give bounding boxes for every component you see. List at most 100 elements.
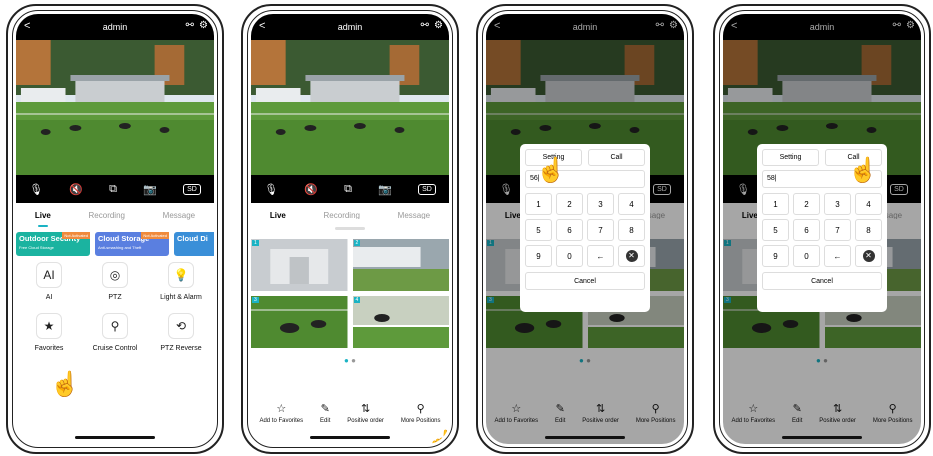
keypad-key[interactable]: 2 [556,193,583,215]
keypad-key[interactable]: 6 [793,219,820,241]
page-title: admin [337,22,363,32]
keypad-key[interactable]: 0 [556,245,583,267]
keypad-key[interactable]: ← [824,245,851,267]
camera-icon[interactable]: 📷 [378,183,392,196]
action-positive-order[interactable]: ⇅ Positive order [347,402,384,424]
microphone-icon[interactable]: 🎙 [29,183,43,196]
keypad-key[interactable]: 9 [525,245,552,267]
mute-icon[interactable]: 🔇 [69,183,83,196]
sd-button[interactable]: SD [183,183,201,195]
phone-frame: <admin⚯⚙🎙🔇⧉📷SDLiveRecordingMessage1234● … [476,4,694,454]
keypad-key[interactable]: 0 [793,245,820,267]
cancel-button[interactable]: Cancel [525,272,645,290]
keypad-key[interactable]: 2 [793,193,820,215]
clear-icon: ✕ [625,250,638,262]
feature-label: Light & Alarm [160,294,202,301]
pointer-hand-icon: ☝ [426,429,449,444]
keypad-key[interactable]: 1 [762,193,789,215]
mute-icon[interactable]: 🔇 [304,183,318,196]
preset-number: 1 [252,240,259,246]
settings-icon[interactable]: ⚙ [434,20,443,31]
keypad-key[interactable]: 4 [855,193,882,215]
preset-number: 3 [252,297,259,303]
feature-label: Favorites [34,345,64,352]
clear-icon: ✕ [862,250,875,262]
sd-button[interactable]: SD [418,183,436,195]
phone-frame: < admin ⚯ ⚙ 🎙 🔇 ⧉ 📷 SD Live Recording Message Not Ac… [6,4,224,454]
action-add-to-favorites[interactable]: ☆ Add to Favorites [259,402,303,424]
tab-recording[interactable]: Recording [89,205,125,229]
preset-thumbnail[interactable]: 1 [251,239,348,291]
action-label: More Positions [400,418,441,424]
app-header: < admin ⚯ ⚙ [251,14,449,40]
share-icon[interactable]: ⚯ [186,20,194,31]
phone-screen: <admin⚯⚙🎙🔇⧉📷SDLiveRecordingMessage1234● … [251,14,449,444]
service-banner[interactable]: Not Activated Cloud Storage Anti-smashing … [95,232,169,256]
action-icon: ⚲ [416,403,425,415]
live-video-feed[interactable] [251,40,449,175]
microphone-icon[interactable]: 🎙 [264,183,278,196]
preset-thumbnail[interactable]: 4 [352,296,449,348]
feature-label: PTZ Reverse [160,345,202,352]
keypad-key[interactable]: 7 [824,219,851,241]
video-control-bar: 🎙 🔇 ⧉ 📷 SD [16,175,214,203]
keypad-key[interactable]: ✕ [855,245,882,267]
phone-screen: <admin⚯⚙🎙🔇⧉📷SDLiveRecordingMessage1234● … [723,14,921,444]
preset-grid: 1 2 3 4 [251,239,449,348]
keypad-key[interactable]: 5 [525,219,552,241]
action-icon: ✎ [320,403,330,415]
page-title: admin [102,22,128,32]
keypad-key[interactable]: 9 [762,245,789,267]
camera-icon[interactable]: 📷 [143,183,157,196]
keypad-key[interactable]: 3 [587,193,614,215]
feature-ptz[interactable]: ◎ PTZ [82,262,148,301]
preset-sheet: 1 2 3 4 ● ● ☆ Add to Favorites ✎ Edit ⇅ Positive o… [251,219,449,444]
feature-label: Cruise Control [92,345,138,352]
feature-icon: ◎ [102,262,128,288]
feature-ptz-reverse[interactable]: ⟲ PTZ Reverse [148,313,214,352]
keypad-key[interactable]: 8 [618,219,645,241]
banner-title: Cloud Di [177,234,208,243]
settings-icon[interactable]: ⚙ [199,20,208,31]
feature-light-alarm[interactable]: 💡 Light & Alarm [148,262,214,301]
record-icon[interactable]: ⧉ [344,183,352,196]
keypad-key[interactable]: 8 [855,219,882,241]
preset-thumbnail[interactable]: 2 [352,239,449,291]
call-button[interactable]: Call [588,149,645,166]
keypad-key[interactable]: ← [587,245,614,267]
home-indicator [545,436,625,439]
feature-favorites[interactable]: ★ Favorites [16,313,82,352]
keypad-key[interactable]: 7 [587,219,614,241]
setting-button[interactable]: Setting [762,149,819,166]
pointer-hand-icon: ☝ [536,157,566,184]
feature-ai[interactable]: AI AI [16,262,82,301]
status-badge: Not Activated [141,232,169,239]
tab-message[interactable]: Message [163,205,195,229]
share-icon[interactable]: ⚯ [421,20,429,31]
sheet-handle[interactable] [335,227,365,230]
keypad-key[interactable]: 5 [762,219,789,241]
app-header: < admin ⚯ ⚙ [16,14,214,40]
keypad-key[interactable]: ✕ [618,245,645,267]
feature-label: AI [45,294,53,301]
keypad-key[interactable]: 4 [618,193,645,215]
preset-actions: ☆ Add to Favorites ✎ Edit ⇅ Positive order ⚲ Mo… [251,402,449,424]
feature-icon: 💡 [168,262,194,288]
action-more-positions[interactable]: ⚲ More Positions [401,402,441,424]
feature-icon: ★ [36,313,62,339]
service-banner[interactable]: Cloud Di [174,232,214,256]
action-icon: ⇅ [360,403,371,415]
action-label: Edit [320,418,331,424]
record-icon[interactable]: ⧉ [109,183,117,196]
service-banner[interactable]: Not Activated Outdoor Security Free Cloud … [16,232,90,256]
tab-live[interactable]: Live [35,205,51,229]
cancel-button[interactable]: Cancel [762,272,882,290]
preset-thumbnail[interactable]: 3 [251,296,348,348]
keypad-key[interactable]: 6 [556,219,583,241]
keypad-key[interactable]: 1 [525,193,552,215]
action-edit[interactable]: ✎ Edit [320,402,330,424]
feature-cruise-control[interactable]: ⚲ Cruise Control [82,313,148,352]
keypad-key[interactable]: 3 [824,193,851,215]
live-video-feed[interactable] [16,40,214,175]
video-control-bar: 🎙 🔇 ⧉ 📷 SD [251,175,449,203]
